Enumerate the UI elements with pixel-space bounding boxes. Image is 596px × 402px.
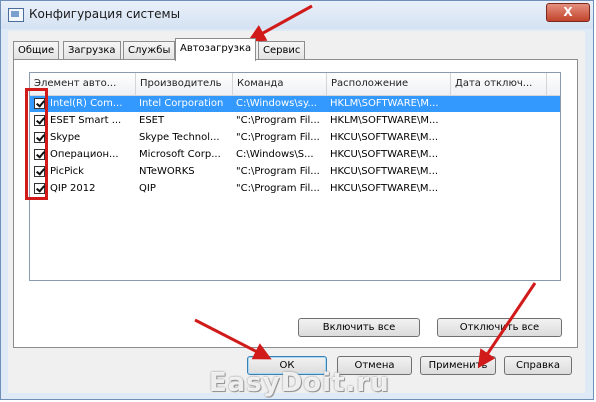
watermark: EasyDoit.ru xyxy=(209,368,390,398)
tab-startup[interactable]: Автозагрузка xyxy=(175,38,257,61)
arrow-to-startup-tab xyxy=(247,4,313,42)
annotation-arrows xyxy=(194,4,537,369)
arrow-to-ok-button xyxy=(194,318,272,360)
arrow-to-apply-button xyxy=(477,282,537,369)
